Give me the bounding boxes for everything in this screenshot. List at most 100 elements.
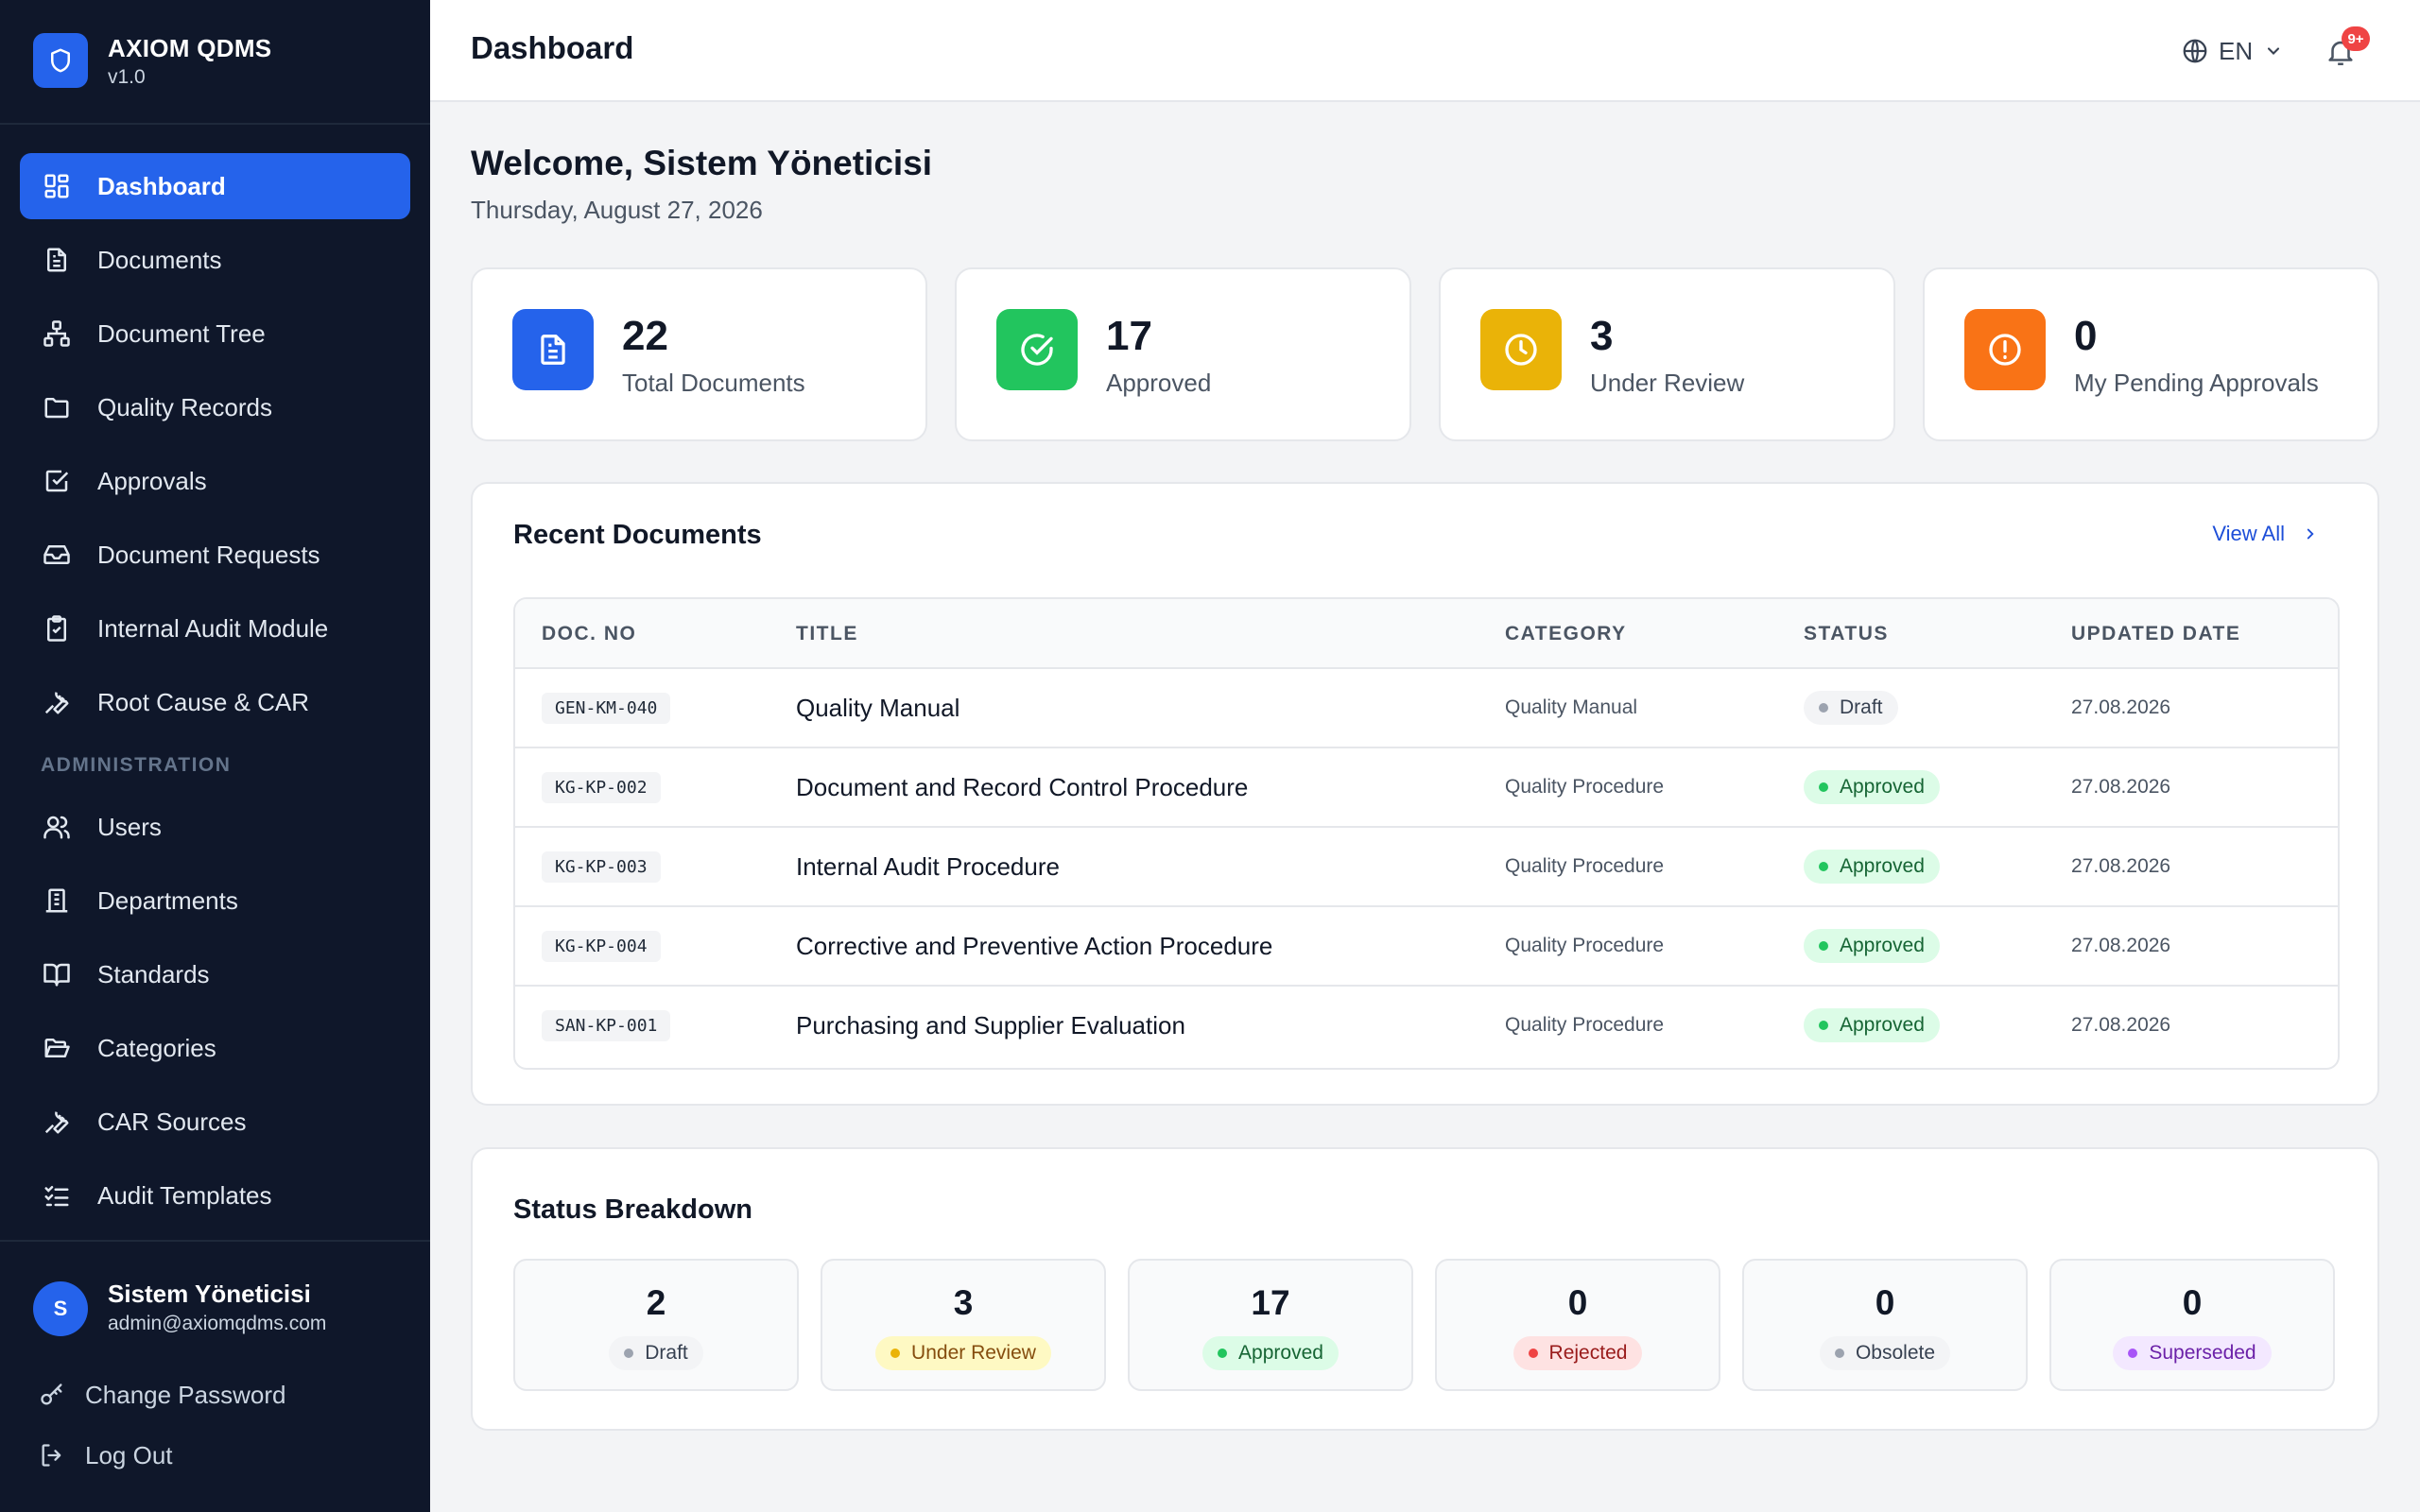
sidebar-item-label: Users [97,812,162,841]
user-email: admin@axiomqdms.com [108,1313,327,1334]
wrench-icon [41,1106,73,1138]
status-breakdown-panel: Status Breakdown 2 Draft 3 Under Review … [471,1147,2379,1431]
inbox-icon [41,539,73,571]
sidebar-item-label: Audit Templates [97,1180,272,1210]
status-badge: Draft [1804,691,1898,725]
view-all-label: View All [2212,522,2285,545]
stat-label: Under Review [1590,369,1745,397]
list-check-icon [41,1179,73,1211]
status-badge: Approved [1804,770,1940,804]
view-all-link[interactable]: View All [2212,522,2319,546]
sidebar-item-dashboard[interactable]: Dashboard [20,153,410,219]
top-header: Dashboard EN 9+ [430,0,2420,102]
doc-number: KG-KP-002 [542,771,661,803]
breakdown-card-under-review[interactable]: 3 Under Review [821,1259,1106,1391]
doc-number: GEN-KM-040 [542,692,671,724]
sidebar-item-audit-templates[interactable]: Audit Templates [20,1162,410,1228]
admin-section-heading: ADMINISTRATION [41,754,232,776]
stat-card-under-review[interactable]: 3 Under Review [1439,267,1895,441]
doc-updated-date: 27.08.2026 [2071,855,2171,877]
notifications-button[interactable]: 9+ [2319,26,2370,76]
sidebar-item-label: Root Cause & CAR [97,687,309,716]
key-icon [38,1381,66,1409]
page-title: Dashboard [471,30,634,65]
sidebar-item-standards[interactable]: Standards [20,941,410,1007]
doc-updated-date: 27.08.2026 [2071,1014,2171,1036]
breakdown-card-rejected[interactable]: 0 Rejected [1435,1259,1720,1391]
doc-category: Quality Procedure [1505,776,1665,798]
document-icon [41,244,73,276]
sidebar: AXIOM QDMS v1.0 Dashboard Documents Docu… [0,0,430,1512]
check-square-icon [41,465,73,497]
recent-documents-panel: Recent Documents View All DOC. NO TITLE … [471,482,2379,1106]
doc-title[interactable]: Quality Manual [796,669,959,747]
sidebar-item-label: Categories [97,1033,216,1062]
status-badge: Approved [1202,1336,1339,1370]
stat-value: 17 [1106,313,1152,359]
table-row[interactable]: KG-KP-002 Document and Record Control Pr… [515,748,2338,828]
column-header: UPDATED DATE [2071,623,2241,644]
sidebar-item-documents[interactable]: Documents [20,227,410,293]
doc-title[interactable]: Corrective and Preventive Action Procedu… [796,907,1272,985]
welcome-heading: Welcome, Sistem Yöneticisi [471,144,933,182]
status-badge: Under Review [875,1336,1051,1370]
table-row[interactable]: KG-KP-004 Corrective and Preventive Acti… [515,907,2338,987]
brand-version: v1.0 [108,66,146,88]
breakdown-card-superseded[interactable]: 0 Superseded [2049,1259,2335,1391]
doc-title[interactable]: Internal Audit Procedure [796,828,1060,905]
sidebar-item-label: Dashboard [97,171,226,200]
sidebar-item-users[interactable]: Users [20,794,410,860]
logout-icon [38,1441,66,1469]
sidebar-item-approvals[interactable]: Approvals [20,448,410,514]
stat-card-pending-approvals[interactable]: 0 My Pending Approvals [1923,267,2379,441]
doc-number: KG-KP-003 [542,850,661,883]
status-badge: Obsolete [1819,1336,1951,1370]
globe-icon [2181,37,2209,65]
doc-title[interactable]: Purchasing and Supplier Evaluation [796,987,1185,1064]
stat-card-approved[interactable]: 17 Approved [955,267,1411,441]
column-header: DOC. NO [542,623,637,644]
doc-title[interactable]: Document and Record Control Procedure [796,748,1248,826]
stat-value: 22 [622,313,668,359]
sidebar-item-label: Internal Audit Module [97,613,329,643]
shield-icon[interactable] [33,33,88,88]
doc-category: Quality Procedure [1505,855,1665,877]
stat-card-total[interactable]: 22 Total Documents [471,267,927,441]
sidebar-item-root-cause-car[interactable]: Root Cause & CAR [20,669,410,735]
chevron-right-icon [2302,525,2319,542]
clock-icon [1480,309,1562,390]
doc-category: Quality Procedure [1505,1014,1665,1036]
clipboard-check-icon [41,612,73,644]
sidebar-item-quality-records[interactable]: Quality Records [20,374,410,440]
current-date: Thursday, August 27, 2026 [471,196,763,224]
change-password-link[interactable]: Change Password [38,1374,285,1416]
brand-name: AXIOM QDMS [108,34,272,62]
sidebar-item-departments[interactable]: Departments [20,868,410,934]
table-row[interactable]: KG-KP-003 Internal Audit Procedure Quali… [515,828,2338,907]
column-header: CATEGORY [1505,623,1627,644]
sidebar-item-categories[interactable]: Categories [20,1015,410,1081]
table-row[interactable]: GEN-KM-040 Quality Manual Quality Manual… [515,669,2338,748]
logout-link[interactable]: Log Out [38,1435,173,1476]
language-selector[interactable]: EN [2181,32,2283,70]
breakdown-card-draft[interactable]: 2 Draft [513,1259,799,1391]
grid-icon [41,170,73,202]
sidebar-item-document-tree[interactable]: Document Tree [20,301,410,367]
sidebar-item-label: Document Tree [97,318,266,348]
table-header: DOC. NO TITLE CATEGORY STATUS UPDATED DA… [515,599,2338,669]
table-row[interactable]: SAN-KP-001 Purchasing and Supplier Evalu… [515,987,2338,1066]
breakdown-value: 0 [1567,1283,1588,1322]
recent-documents-table: DOC. NO TITLE CATEGORY STATUS UPDATED DA… [513,597,2340,1070]
notification-badge: 9+ [2342,26,2370,51]
status-badge: Approved [1804,850,1940,884]
stat-label: My Pending Approvals [2074,369,2319,397]
doc-category: Quality Procedure [1505,935,1665,956]
sidebar-item-internal-audit[interactable]: Internal Audit Module [20,595,410,662]
sidebar-item-label: Approvals [97,466,207,495]
breakdown-card-approved[interactable]: 17 Approved [1128,1259,1413,1391]
sidebar-item-car-sources[interactable]: CAR Sources [20,1089,410,1155]
avatar[interactable]: S [33,1281,88,1336]
sidebar-item-document-requests[interactable]: Document Requests [20,522,410,588]
doc-updated-date: 27.08.2026 [2071,776,2171,798]
breakdown-card-obsolete[interactable]: 0 Obsolete [1742,1259,2028,1391]
